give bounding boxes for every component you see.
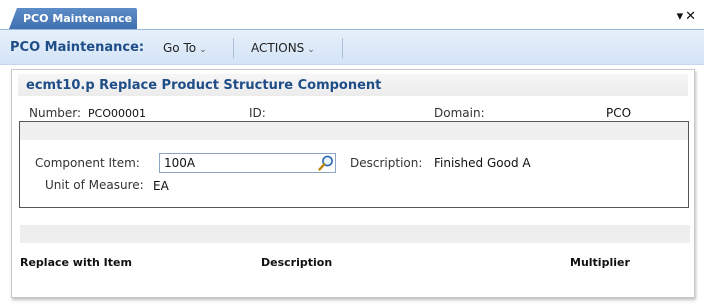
id-label: ID: bbox=[249, 106, 266, 120]
uom-value: EA bbox=[153, 179, 169, 193]
section-stripe bbox=[20, 122, 688, 140]
component-item-input[interactable] bbox=[159, 153, 336, 173]
actions-label: ACTIONS bbox=[251, 41, 305, 55]
domain-label: Domain: bbox=[434, 106, 485, 120]
component-section: Component Item: Description: Finished Go… bbox=[19, 121, 689, 208]
toolbar-separator bbox=[233, 38, 234, 58]
uom-label: Unit of Measure: bbox=[45, 178, 144, 192]
grid-stripe bbox=[20, 225, 690, 243]
goto-label: Go To bbox=[163, 41, 197, 55]
caret-down-icon[interactable]: ▾ bbox=[677, 9, 686, 24]
toolbar-separator bbox=[342, 38, 343, 58]
form-panel: ecmt10.p Replace Product Structure Compo… bbox=[11, 69, 695, 298]
number-value: PCO00001 bbox=[88, 107, 146, 120]
close-icon[interactable]: ✕ bbox=[685, 9, 698, 24]
description-label: Description: bbox=[350, 156, 423, 170]
column-header-description: Description bbox=[261, 256, 333, 269]
chevron-down-icon: ⌄ bbox=[307, 45, 315, 55]
tab-pco-maintenance[interactable]: PCO Maintenance bbox=[9, 8, 137, 29]
component-item-label: Component Item: bbox=[35, 156, 140, 170]
chevron-down-icon: ⌄ bbox=[199, 45, 207, 55]
search-icon[interactable] bbox=[317, 154, 335, 172]
tab-strip: PCO Maintenance ▾✕ bbox=[0, 0, 704, 29]
column-header-replace-item: Replace with Item bbox=[20, 256, 132, 269]
tab-controls: ▾✕ bbox=[677, 9, 698, 24]
description-value: Finished Good A bbox=[434, 156, 531, 170]
panel-header: ecmt10.p Replace Product Structure Compo… bbox=[18, 74, 688, 96]
number-label: Number: bbox=[29, 106, 82, 120]
toolbar: PCO Maintenance: Go To ⌄ ACTIONS ⌄ bbox=[0, 29, 704, 65]
column-header-multiplier: Multiplier bbox=[570, 256, 630, 269]
toolbar-title: PCO Maintenance: bbox=[10, 40, 145, 55]
panel-title: ecmt10.p Replace Product Structure Compo… bbox=[26, 78, 382, 93]
actions-menu[interactable]: ACTIONS ⌄ bbox=[251, 41, 315, 55]
domain-value: PCO bbox=[606, 106, 632, 120]
goto-menu[interactable]: Go To ⌄ bbox=[163, 41, 207, 55]
